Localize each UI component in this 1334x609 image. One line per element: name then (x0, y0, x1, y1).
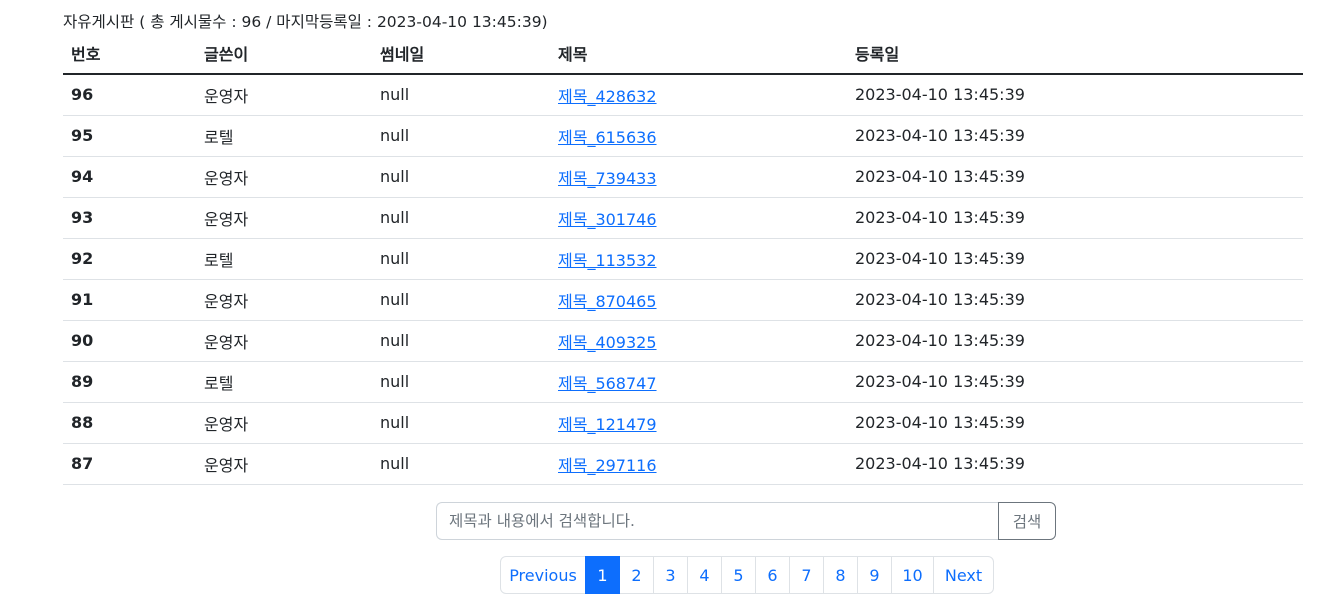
pagination-page-2[interactable]: 2 (619, 556, 654, 594)
table-row: 91 운영자 null 제목_870465 2023-04-10 13:45:39 (63, 279, 1303, 321)
table-row: 92 로텔 null 제목_113532 2023-04-10 13:45:39 (63, 238, 1303, 280)
post-title-link[interactable]: 제목_615636 (558, 128, 657, 147)
cell-number: 96 (63, 74, 196, 116)
pagination-page-6[interactable]: 6 (755, 556, 790, 594)
pagination-page-5[interactable]: 5 (721, 556, 756, 594)
cell-date: 2023-04-10 13:45:39 (847, 402, 1303, 444)
cell-number: 90 (63, 320, 196, 362)
post-title-link[interactable]: 제목_409325 (558, 333, 657, 352)
pagination-page-1[interactable]: 1 (585, 556, 620, 594)
column-header-writer: 글쓴이 (196, 33, 372, 75)
cell-thumbnail: null (372, 361, 550, 403)
cell-title: 제목_113532 (550, 238, 847, 280)
cell-writer: 로텔 (196, 361, 372, 403)
post-title-link[interactable]: 제목_121479 (558, 415, 657, 434)
cell-writer: 운영자 (196, 320, 372, 362)
column-header-date: 등록일 (847, 33, 1303, 75)
cell-title: 제목_301746 (550, 197, 847, 239)
board-caption: 자유게시판 ( 총 게시물수 : 96 / 마지막등록일 : 2023-04-1… (63, 13, 548, 31)
board-table: 번호 글쓴이 썸네일 제목 등록일 96 운영자 null 제목_428632 2023… (63, 33, 1303, 485)
cell-title: 제목_568747 (550, 361, 847, 403)
cell-thumbnail: null (372, 279, 550, 321)
search-button[interactable]: 검색 (998, 502, 1056, 540)
search-form: 검색 (436, 502, 1056, 540)
cell-thumbnail: null (372, 197, 550, 239)
table-row: 96 운영자 null 제목_428632 2023-04-10 13:45:39 (63, 74, 1303, 116)
table-row: 87 운영자 null 제목_297116 2023-04-10 13:45:39 (63, 443, 1303, 485)
cell-date: 2023-04-10 13:45:39 (847, 197, 1303, 239)
cell-number: 91 (63, 279, 196, 321)
pagination-previous[interactable]: Previous (500, 556, 586, 594)
cell-writer: 운영자 (196, 443, 372, 485)
table-body: 96 운영자 null 제목_428632 2023-04-10 13:45:39 95 로… (63, 74, 1303, 485)
pagination-page-7[interactable]: 7 (789, 556, 824, 594)
cell-number: 92 (63, 238, 196, 280)
table-row: 89 로텔 null 제목_568747 2023-04-10 13:45:39 (63, 361, 1303, 403)
pagination-page-8[interactable]: 8 (823, 556, 858, 594)
post-title-link[interactable]: 제목_428632 (558, 87, 657, 106)
post-title-link[interactable]: 제목_301746 (558, 210, 657, 229)
cell-date: 2023-04-10 13:45:39 (847, 238, 1303, 280)
cell-title: 제목_297116 (550, 443, 847, 485)
cell-thumbnail: null (372, 115, 550, 157)
cell-thumbnail: null (372, 320, 550, 362)
pagination-next[interactable]: Next (933, 556, 994, 594)
table-row: 88 운영자 null 제목_121479 2023-04-10 13:45:39 (63, 402, 1303, 444)
search-input[interactable] (436, 502, 998, 540)
cell-date: 2023-04-10 13:45:39 (847, 320, 1303, 362)
cell-title: 제목_409325 (550, 320, 847, 362)
pagination-page-3[interactable]: 3 (653, 556, 688, 594)
post-title-link[interactable]: 제목_113532 (558, 251, 657, 270)
cell-date: 2023-04-10 13:45:39 (847, 115, 1303, 157)
cell-thumbnail: null (372, 402, 550, 444)
cell-thumbnail: null (372, 156, 550, 198)
cell-title: 제목_870465 (550, 279, 847, 321)
pagination-page-4[interactable]: 4 (687, 556, 722, 594)
pagination-page-10[interactable]: 10 (891, 556, 934, 594)
cell-writer: 운영자 (196, 197, 372, 239)
cell-writer: 운영자 (196, 402, 372, 444)
post-title-link[interactable]: 제목_739433 (558, 169, 657, 188)
table-row: 90 운영자 null 제목_409325 2023-04-10 13:45:39 (63, 320, 1303, 362)
cell-date: 2023-04-10 13:45:39 (847, 279, 1303, 321)
table-header: 번호 글쓴이 썸네일 제목 등록일 (63, 33, 1303, 75)
cell-date: 2023-04-10 13:45:39 (847, 443, 1303, 485)
cell-writer: 운영자 (196, 279, 372, 321)
cell-date: 2023-04-10 13:45:39 (847, 74, 1303, 116)
table-row: 95 로텔 null 제목_615636 2023-04-10 13:45:39 (63, 115, 1303, 157)
cell-thumbnail: null (372, 74, 550, 116)
cell-writer: 운영자 (196, 74, 372, 116)
cell-thumbnail: null (372, 238, 550, 280)
cell-writer: 운영자 (196, 156, 372, 198)
cell-number: 87 (63, 443, 196, 485)
cell-writer: 로텔 (196, 115, 372, 157)
post-title-link[interactable]: 제목_870465 (558, 292, 657, 311)
cell-thumbnail: null (372, 443, 550, 485)
table-row: 94 운영자 null 제목_739433 2023-04-10 13:45:39 (63, 156, 1303, 198)
cell-number: 95 (63, 115, 196, 157)
post-title-link[interactable]: 제목_297116 (558, 456, 657, 475)
cell-title: 제목_428632 (550, 74, 847, 116)
post-title-link[interactable]: 제목_568747 (558, 374, 657, 393)
column-header-number: 번호 (63, 33, 196, 75)
pagination: Previous 1 2 3 4 5 6 7 8 9 10 Next (500, 556, 994, 594)
cell-number: 94 (63, 156, 196, 198)
column-header-thumbnail: 썸네일 (372, 33, 550, 75)
header-row: 번호 글쓴이 썸네일 제목 등록일 (63, 33, 1303, 75)
pagination-page-9[interactable]: 9 (857, 556, 892, 594)
cell-number: 93 (63, 197, 196, 239)
cell-title: 제목_739433 (550, 156, 847, 198)
cell-title: 제목_615636 (550, 115, 847, 157)
cell-writer: 로텔 (196, 238, 372, 280)
column-header-title: 제목 (550, 33, 847, 75)
cell-date: 2023-04-10 13:45:39 (847, 361, 1303, 403)
cell-date: 2023-04-10 13:45:39 (847, 156, 1303, 198)
table-row: 93 운영자 null 제목_301746 2023-04-10 13:45:39 (63, 197, 1303, 239)
cell-title: 제목_121479 (550, 402, 847, 444)
cell-number: 89 (63, 361, 196, 403)
cell-number: 88 (63, 402, 196, 444)
